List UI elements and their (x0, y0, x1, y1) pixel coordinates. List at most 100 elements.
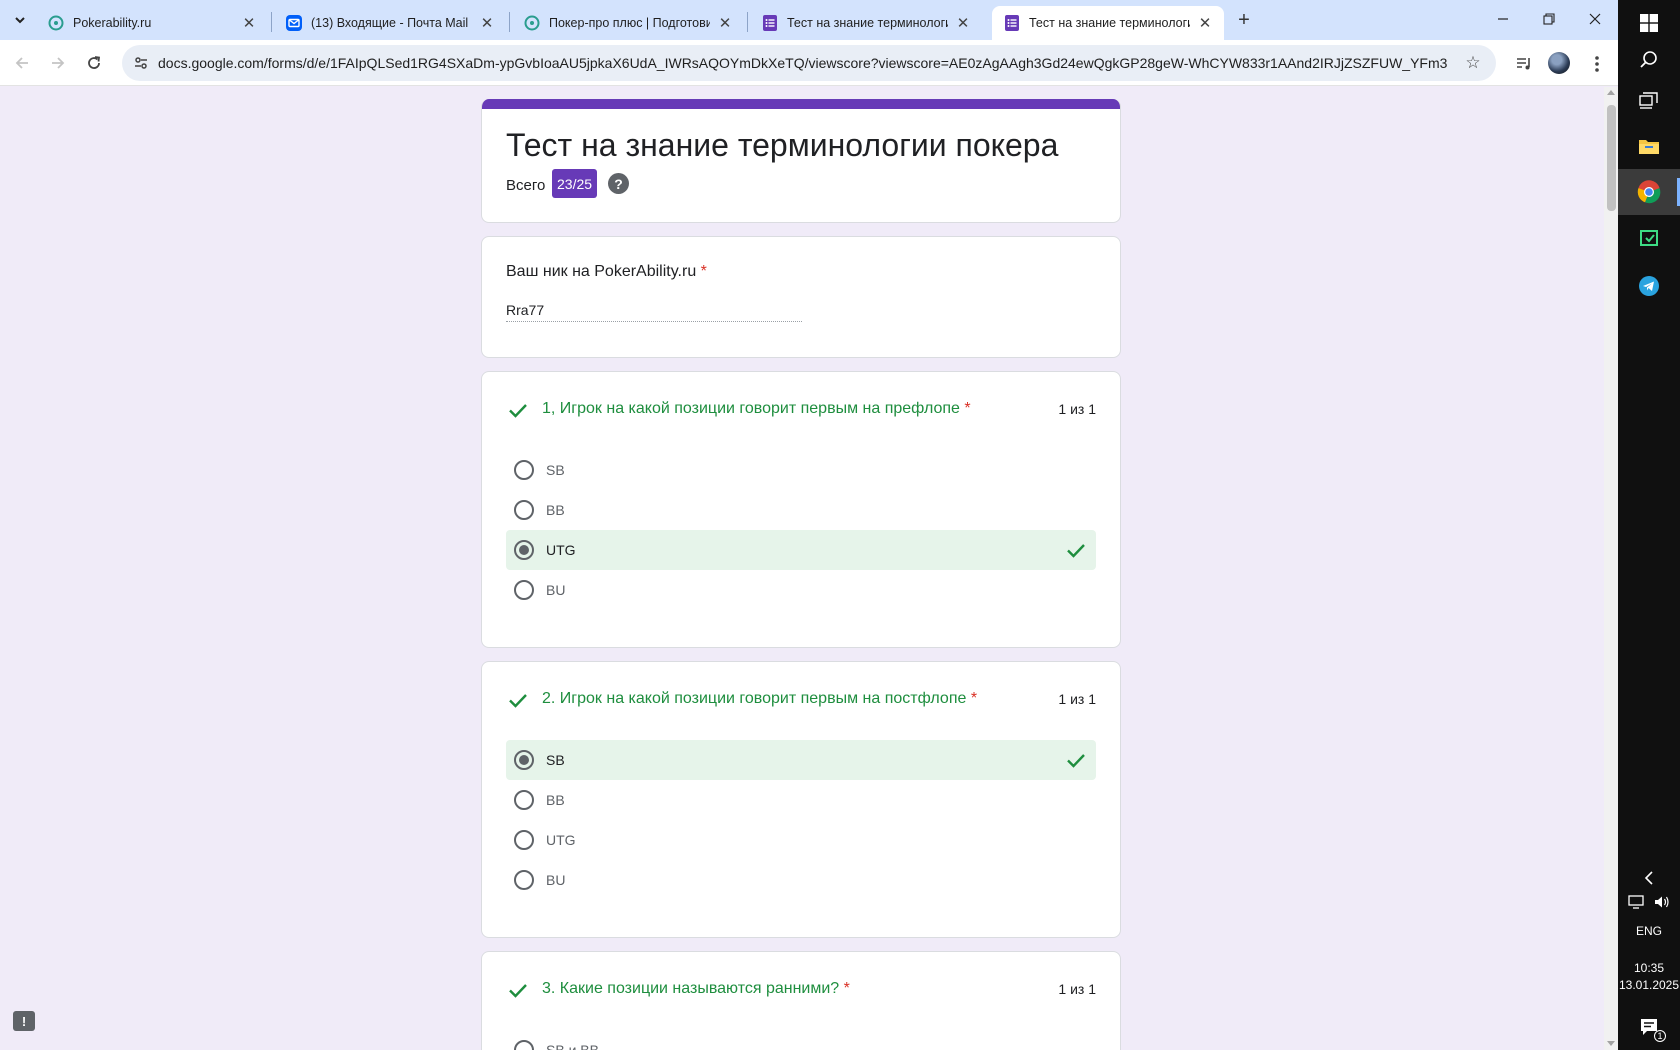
option[interactable]: BU (506, 860, 1096, 900)
close-tab-icon[interactable]: ✕ (954, 14, 972, 32)
option-selected-correct[interactable]: SB (506, 740, 1096, 780)
input-language[interactable]: ENG (1618, 924, 1680, 938)
profile-avatar[interactable] (1548, 52, 1570, 74)
question-title: 1, Игрок на какой позиции говорит первым… (542, 400, 971, 417)
option-selected-correct[interactable]: UTG (506, 530, 1096, 570)
tab-forms-1[interactable]: Тест на знание терминологии ✕ (750, 6, 982, 40)
radio-button[interactable] (514, 500, 534, 520)
chevron-down-icon (15, 17, 25, 24)
radio-button-checked[interactable] (514, 540, 534, 560)
address-bar[interactable]: docs.google.com/forms/d/e/1FAIpQLSed1RG4… (122, 45, 1496, 81)
google-forms-favicon-icon (762, 15, 778, 31)
taskbar-telegram[interactable] (1618, 263, 1680, 309)
network-icon[interactable] (1628, 895, 1644, 909)
option[interactable]: BU (506, 570, 1096, 610)
tab-pokerability[interactable]: Pokerability.ru ✕ (36, 6, 268, 40)
volume-icon[interactable] (1654, 895, 1670, 909)
media-controls-icon[interactable] (1511, 51, 1537, 77)
url-text[interactable]: docs.google.com/forms/d/e/1FAIpQLSed1RG4… (158, 55, 1448, 71)
tab-search-button[interactable] (6, 8, 34, 32)
notification-count-badge: 1 (1654, 1030, 1666, 1042)
radio-button[interactable] (514, 460, 534, 480)
option-label: BB (546, 792, 565, 808)
option[interactable]: SB и BB (506, 1030, 1096, 1050)
google-forms-favicon-icon (1004, 15, 1020, 31)
option[interactable]: SB (506, 450, 1096, 490)
option[interactable]: BB (506, 780, 1096, 820)
clock-date[interactable]: 13.01.2025 (1618, 978, 1680, 992)
taskbar-app-green[interactable] (1618, 216, 1680, 262)
tab-separator (509, 12, 510, 32)
option-label: UTG (546, 832, 576, 848)
tab-poker-pro[interactable]: Покер-про плюс | Подготовит ✕ (512, 6, 744, 40)
required-mark: * (700, 263, 707, 280)
chrome-icon (1637, 180, 1661, 204)
radio-button[interactable] (514, 830, 534, 850)
clock-time[interactable]: 10:35 (1618, 961, 1680, 975)
notification-center-button[interactable]: 1 (1618, 1004, 1680, 1050)
radio-button[interactable] (514, 580, 534, 600)
close-tab-icon[interactable]: ✕ (716, 14, 734, 32)
question-card-1: 1, Игрок на какой позиции говорит первым… (481, 371, 1121, 648)
radio-button[interactable] (514, 1040, 534, 1050)
close-window-button[interactable] (1572, 0, 1618, 38)
scrollbar-thumb[interactable] (1607, 105, 1616, 211)
scroll-down-arrow[interactable] (1607, 1041, 1615, 1046)
tab-title: Pokerability.ru (73, 16, 152, 30)
check-icon (509, 694, 527, 708)
tab-title: Покер-про плюс | Подготовит (549, 16, 710, 30)
minimize-button[interactable] (1480, 0, 1526, 38)
chevron-left-icon (1644, 871, 1653, 885)
task-view-button[interactable] (1618, 77, 1680, 123)
taskbar-chrome[interactable] (1618, 169, 1680, 215)
option[interactable]: BB (506, 490, 1096, 530)
restore-icon (1543, 13, 1555, 25)
required-mark: * (970, 690, 978, 707)
tab-forms-active[interactable]: Тест на знание терминологии ✕ (992, 6, 1224, 40)
form-title: Тест на знание терминологии покера (506, 127, 1059, 163)
tab-strip: Pokerability.ru ✕ (13) Входящие - Почта … (0, 0, 1618, 40)
arrow-right-icon (52, 57, 65, 69)
report-abuse-button[interactable]: ! (13, 1011, 35, 1031)
score-badge: 23/25 (552, 169, 598, 198)
question-title: 2. Игрок на какой позиции говорит первым… (542, 690, 978, 707)
scroll-up-arrow[interactable] (1607, 90, 1615, 95)
form-header-card: Тест на знание терминологии покера Всего… (481, 99, 1121, 223)
nickname-value: Rra77 (506, 302, 545, 318)
radio-button[interactable] (514, 790, 534, 810)
back-button[interactable] (8, 49, 36, 77)
option-label: BB (546, 502, 565, 518)
option-label: SB (546, 752, 565, 768)
browser-toolbar: docs.google.com/forms/d/e/1FAIpQLSed1RG4… (0, 40, 1618, 86)
option-label: SB и BB (546, 1042, 599, 1050)
radio-button[interactable] (514, 870, 534, 890)
page-scrollbar[interactable] (1604, 87, 1618, 1050)
browser-menu-icon[interactable] (1584, 51, 1610, 77)
tab-separator (271, 12, 272, 32)
new-tab-button[interactable]: + (1232, 8, 1256, 32)
question-title: 3. Какие позиции называются ранними? * (542, 980, 850, 997)
site-info-icon[interactable] (128, 50, 154, 76)
pokerability-favicon-icon (48, 15, 64, 31)
radio-button-checked[interactable] (514, 750, 534, 770)
close-tab-icon[interactable]: ✕ (1196, 14, 1214, 32)
tab-title: (13) Входящие - Почта Mail (311, 16, 469, 30)
forward-button[interactable] (44, 49, 72, 77)
question-points: 1 из 1 (1058, 691, 1096, 707)
minimize-icon (1498, 18, 1508, 20)
option-label: SB (546, 462, 565, 478)
browser-window: Pokerability.ru ✕ (13) Входящие - Почта … (0, 0, 1618, 1050)
tab-mail[interactable]: (13) Входящие - Почта Mail ✕ (274, 6, 506, 40)
option[interactable]: UTG (506, 820, 1096, 860)
close-tab-icon[interactable]: ✕ (478, 14, 496, 32)
close-tab-icon[interactable]: ✕ (240, 14, 258, 32)
question-card-2: 2. Игрок на какой позиции говорит первым… (481, 661, 1121, 938)
reload-button[interactable] (80, 49, 108, 77)
check-icon (1067, 544, 1085, 558)
taskbar-file-explorer[interactable] (1618, 123, 1680, 169)
help-icon[interactable]: ? (608, 173, 629, 194)
bookmark-star-icon[interactable]: ☆ (1462, 52, 1484, 74)
score-label: Всего (506, 177, 546, 194)
question-points: 1 из 1 (1058, 981, 1096, 997)
restore-button[interactable] (1526, 0, 1572, 38)
